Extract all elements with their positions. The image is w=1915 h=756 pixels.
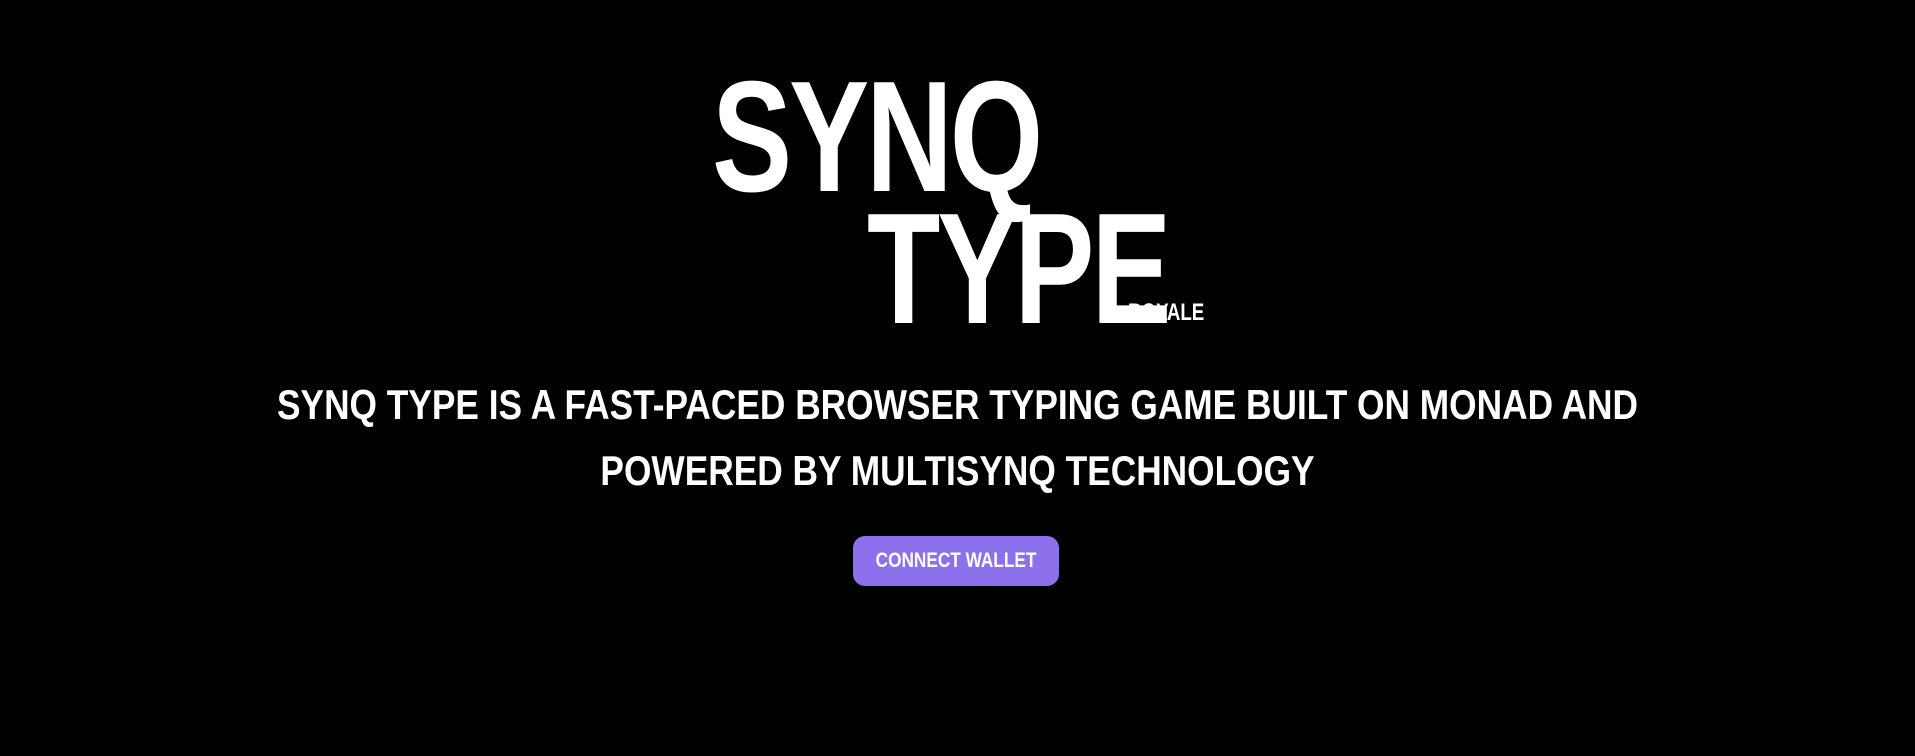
tagline: SYNQ TYPE IS A FAST-PACED BROWSER TYPING… (0, 372, 1915, 504)
tagline-line-2: POWERED BY MULTISYNQ TECHNOLOGY (600, 447, 1315, 494)
logo-royale-text: ROYALE (1128, 299, 1205, 326)
logo-type-text: TYPE (867, 181, 1172, 357)
tagline-line-1: SYNQ TYPE IS A FAST-PACED BROWSER TYPING… (277, 381, 1638, 428)
logo: SYNQ TYPE ROYALE (0, 0, 1915, 348)
connect-wallet-label: CONNECT WALLET (875, 549, 1037, 572)
connect-wallet-button[interactable]: CONNECT WALLET (853, 536, 1059, 586)
